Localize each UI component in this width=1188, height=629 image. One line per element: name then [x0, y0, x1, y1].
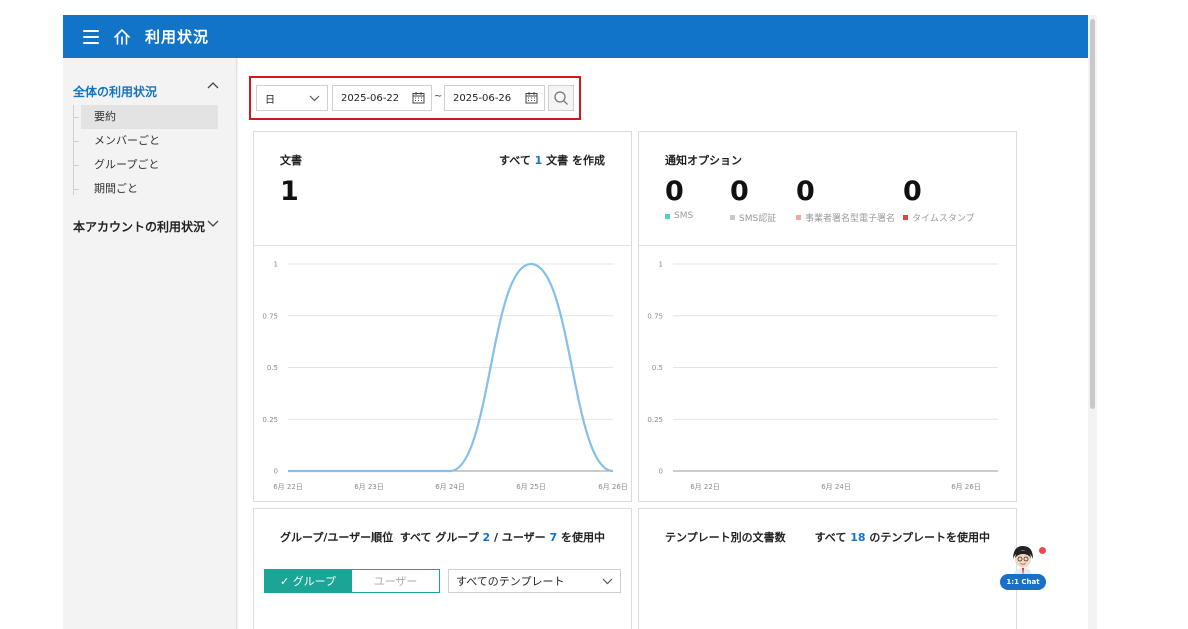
- chevron-down-icon: [602, 578, 613, 585]
- x-tick-label: 6月 26日: [598, 483, 628, 491]
- documents-summary: すべて 1 文書 を作成: [499, 154, 605, 167]
- start-date-value: 2025-06-22: [341, 92, 400, 104]
- legend-swatch: [796, 215, 801, 220]
- sidebar-section-account[interactable]: 本アカウントの利用状況: [73, 218, 219, 235]
- y-tick-label: 0.75: [262, 312, 278, 320]
- template-count-title: テンプレート別の文書数: [665, 531, 786, 544]
- notification-title: 通知オプション: [665, 154, 742, 167]
- template-count-card: テンプレート別の文書数 すべて 18 のテンプレートを使用中: [638, 508, 1017, 629]
- legend-swatch: [665, 213, 670, 219]
- sidebar-section-label: 本アカウントの利用状況: [73, 220, 206, 234]
- sidebar-item-by-group[interactable]: グループごと: [73, 153, 223, 177]
- sms-count: 0: [665, 176, 684, 207]
- page-title: 利用状況: [145, 28, 210, 46]
- y-tick-label: 0.5: [267, 364, 278, 372]
- group-toggle-button[interactable]: ✓ グループ: [264, 569, 352, 593]
- y-tick-label: 0.25: [262, 416, 278, 424]
- y-tick-label: 1: [659, 261, 663, 269]
- period-select[interactable]: 日: [256, 85, 328, 111]
- legend-timestamp: タイムスタンプ: [903, 211, 975, 224]
- template-count-summary: すべて 18 のテンプレートを使用中: [814, 531, 990, 544]
- sidebar: 全体の利用状況 要約 メンバーごと グループごと 期間ごと 本アカウントの利用状…: [63, 58, 237, 629]
- documents-title: 文書: [280, 154, 302, 167]
- sidebar-item-summary[interactable]: 要約: [73, 105, 218, 129]
- search-icon: [554, 91, 568, 105]
- page-scrollbar[interactable]: [1090, 19, 1095, 409]
- notification-options-card: 通知オプション 0 0 0 0 SMS SMS認証 事業者署名型電子署名 タイム…: [638, 131, 1017, 502]
- y-tick-label: 1: [274, 261, 278, 269]
- chevron-down-icon[interactable]: [207, 220, 219, 228]
- chat-avatar-icon: [1013, 546, 1033, 576]
- calendar-icon[interactable]: [525, 91, 538, 104]
- main-content: 日 2025-06-22 ~ 2025-06-26 文書 すべて 1 文書 を作…: [238, 58, 1088, 629]
- x-tick-label: 6月 22日: [273, 483, 303, 491]
- date-range-separator: ~: [434, 91, 443, 102]
- y-tick-label: 0: [274, 468, 278, 476]
- search-button[interactable]: [548, 85, 574, 111]
- ranking-card: グループ/ユーザー順位 すべて グループ 2 / ユーザー 7 を使用中 ✓ グ…: [253, 508, 632, 629]
- y-tick-label: 0.25: [647, 416, 663, 424]
- legend-business-signature: 事業者署名型電子署名: [796, 211, 895, 224]
- x-tick-label: 6月 24日: [821, 483, 851, 491]
- x-tick-label: 6月 25日: [516, 483, 546, 491]
- x-tick-label: 6月 24日: [435, 483, 465, 491]
- notification-line-chart: 0 0.25 0.5 0.75 1 6月 22日 6月 24日 6月 26日: [647, 261, 998, 491]
- chevron-down-icon: [309, 95, 320, 102]
- sidebar-item-by-period[interactable]: 期間ごと: [73, 177, 223, 201]
- y-tick-label: 0.75: [647, 312, 663, 320]
- y-tick-label: 0.5: [652, 364, 663, 372]
- x-tick-label: 6月 23日: [354, 483, 384, 491]
- hamburger-menu-icon[interactable]: [83, 29, 99, 44]
- end-date-value: 2025-06-26: [453, 92, 512, 104]
- top-bar: 利用状況: [63, 15, 1088, 58]
- template-select[interactable]: すべてのテンプレート: [448, 569, 621, 593]
- calendar-icon[interactable]: [412, 91, 425, 104]
- end-date-input[interactable]: 2025-06-26: [444, 85, 545, 111]
- legend-sms-auth: SMS認証: [730, 211, 776, 224]
- sidebar-section-overall[interactable]: 全体の利用状況: [73, 82, 219, 100]
- legend-swatch: [730, 215, 735, 220]
- legend-sms: SMS: [665, 211, 693, 221]
- x-tick-label: 6月 22日: [690, 483, 720, 491]
- start-date-input[interactable]: 2025-06-22: [332, 85, 432, 111]
- period-select-value: 日: [265, 94, 275, 106]
- documents-line-chart: 0 0.25 0.5 0.75 1 6月 22日 6月 23日 6月 24日 6月 25日 6月 …: [262, 261, 628, 492]
- app-frame: 利用状況 全体の利用状況 要約 メンバーごと グループごと 期間ごと 本アカウン…: [63, 15, 1097, 629]
- chevron-up-icon[interactable]: [207, 81, 219, 89]
- user-toggle-button[interactable]: ユーザー: [351, 569, 440, 593]
- template-select-value: すべてのテンプレート: [456, 575, 565, 588]
- sidebar-item-by-member[interactable]: メンバーごと: [73, 129, 223, 153]
- ranking-summary: すべて グループ 2 / ユーザー 7 を使用中: [399, 531, 605, 544]
- business-signature-count: 0: [796, 176, 815, 207]
- y-tick-label: 0: [659, 468, 663, 476]
- chat-label: 1:1 Chat: [1000, 574, 1046, 590]
- filter-bar: 日 2025-06-22 ~ 2025-06-26: [249, 76, 581, 120]
- home-icon[interactable]: [113, 28, 131, 46]
- documents-count: 1: [280, 176, 299, 207]
- chat-widget[interactable]: 1:1 Chat: [999, 544, 1049, 594]
- sidebar-submenu: 要約 メンバーごと グループごと 期間ごと: [73, 105, 223, 201]
- timestamp-count: 0: [903, 176, 922, 207]
- chat-notification-dot: [1039, 547, 1046, 554]
- legend-swatch: [903, 215, 908, 220]
- sms-auth-count: 0: [730, 176, 749, 207]
- x-tick-label: 6月 26日: [951, 483, 981, 491]
- sidebar-section-label: 全体の利用状況: [73, 85, 158, 99]
- documents-card: 文書 すべて 1 文書 を作成 1 0 0.25 0.5 0.75 1 6月 22日 6月 …: [253, 131, 632, 502]
- ranking-title: グループ/ユーザー順位: [280, 531, 394, 544]
